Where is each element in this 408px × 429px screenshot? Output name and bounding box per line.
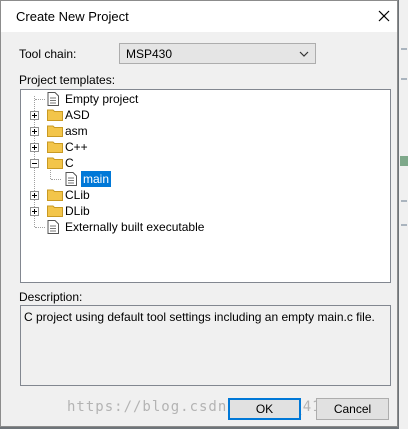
tree-item-label: ASD: [65, 108, 90, 122]
tree-item-dlib[interactable]: DLib: [21, 203, 381, 219]
tree-item-label: asm: [65, 124, 88, 138]
tree-item-label: Empty project: [65, 92, 139, 106]
project-templates-tree[interactable]: Empty project ASD asm C++ C main CLib DL…: [20, 89, 391, 283]
ok-button[interactable]: OK: [228, 398, 301, 420]
background-mark: [401, 48, 407, 50]
background-mark: [401, 78, 407, 80]
tree-item-asm[interactable]: asm: [21, 123, 381, 139]
background-window-strip: [399, 0, 408, 429]
title-bar: Create New Project: [1, 1, 397, 32]
expand-icon[interactable]: [30, 143, 39, 152]
tree-item-label-selected: main: [79, 170, 113, 188]
project-templates-label: Project templates:: [19, 73, 116, 87]
tree-item-main[interactable]: main: [21, 170, 381, 188]
tree-item-clib[interactable]: CLib: [21, 187, 381, 203]
tree-item-externally-built[interactable]: Externally built executable: [21, 219, 381, 235]
folder-icon: [47, 141, 63, 153]
background-mark: [401, 200, 407, 202]
close-icon[interactable]: [374, 6, 394, 26]
toolchain-value: MSP430: [126, 47, 173, 61]
document-icon: [65, 172, 77, 186]
folder-icon: [47, 125, 63, 137]
tree-item-c[interactable]: C: [21, 155, 381, 171]
expand-icon[interactable]: [30, 207, 39, 216]
expand-icon[interactable]: [30, 127, 39, 136]
folder-icon: [47, 205, 63, 217]
tree-item-label: C: [65, 156, 74, 170]
tree-item-empty-project[interactable]: Empty project: [21, 91, 381, 107]
dialog-title: Create New Project: [16, 9, 129, 24]
folder-icon: [47, 189, 63, 201]
toolchain-select[interactable]: MSP430: [119, 43, 316, 64]
tree-item-label: C++: [65, 140, 88, 154]
description-box: C project using default tool settings in…: [20, 305, 391, 386]
description-label: Description:: [19, 290, 83, 304]
background-mark: [401, 224, 407, 226]
document-icon: [47, 92, 59, 106]
tree-item-label: CLib: [65, 188, 90, 202]
chevron-down-icon: [299, 51, 309, 57]
cancel-button[interactable]: Cancel: [316, 398, 389, 420]
document-icon: [47, 220, 59, 234]
toolchain-label: Tool chain:: [19, 47, 77, 61]
expand-icon[interactable]: [30, 191, 39, 200]
expand-icon[interactable]: [30, 111, 39, 120]
collapse-icon[interactable]: [30, 159, 39, 168]
description-text: C project using default tool settings in…: [24, 310, 375, 324]
tree-item-asd[interactable]: ASD: [21, 107, 381, 123]
create-new-project-dialog: Create New Project Tool chain: MSP430 Pr…: [0, 0, 398, 427]
tree-item-label: Externally built executable: [65, 220, 205, 234]
folder-open-icon: [47, 157, 63, 169]
background-icon: [400, 156, 408, 166]
tree-item-cpp[interactable]: C++: [21, 139, 381, 155]
tree-item-label: DLib: [65, 204, 90, 218]
folder-icon: [47, 109, 63, 121]
